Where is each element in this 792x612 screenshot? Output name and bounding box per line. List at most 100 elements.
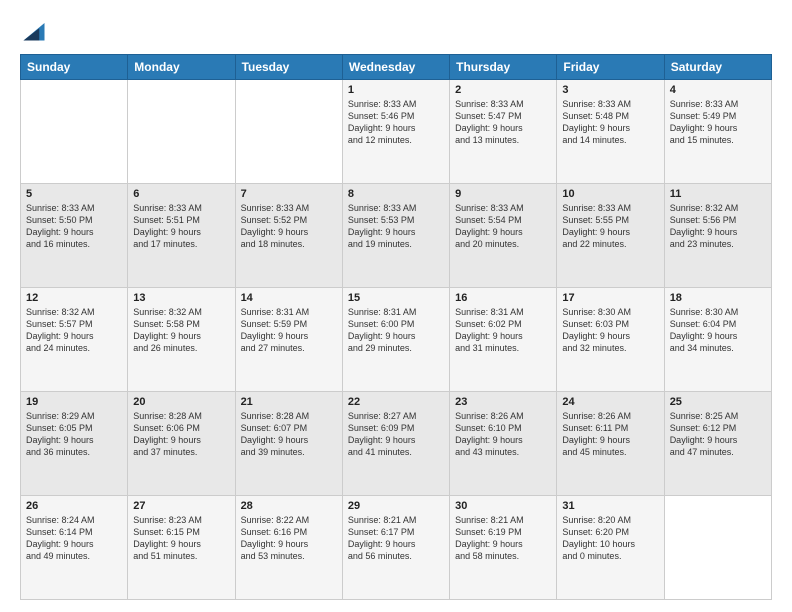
cell-content: Sunrise: 8:31 AM Sunset: 5:59 PM Dayligh…: [241, 306, 337, 355]
cell-content: Sunrise: 8:32 AM Sunset: 5:56 PM Dayligh…: [670, 202, 766, 251]
day-number: 25: [670, 396, 766, 408]
day-number: 22: [348, 396, 444, 408]
weekday-header-sunday: Sunday: [21, 55, 128, 80]
day-number: 21: [241, 396, 337, 408]
day-number: 16: [455, 292, 551, 304]
cell-content: Sunrise: 8:21 AM Sunset: 6:19 PM Dayligh…: [455, 514, 551, 563]
cell-content: Sunrise: 8:20 AM Sunset: 6:20 PM Dayligh…: [562, 514, 658, 563]
day-number: 19: [26, 396, 122, 408]
cell-content: Sunrise: 8:30 AM Sunset: 6:04 PM Dayligh…: [670, 306, 766, 355]
calendar-cell: 7 Sunrise: 8:33 AM Sunset: 5:52 PM Daylig…: [235, 184, 342, 288]
calendar-cell: 21 Sunrise: 8:28 AM Sunset: 6:07 PM Dayli…: [235, 392, 342, 496]
calendar-cell: 30 Sunrise: 8:21 AM Sunset: 6:19 PM Dayli…: [450, 496, 557, 600]
day-number: 12: [26, 292, 122, 304]
week-row-2: 5 Sunrise: 8:33 AM Sunset: 5:50 PM Daylig…: [21, 184, 772, 288]
week-row-4: 19 Sunrise: 8:29 AM Sunset: 6:05 PM Dayli…: [21, 392, 772, 496]
cell-content: Sunrise: 8:24 AM Sunset: 6:14 PM Dayligh…: [26, 514, 122, 563]
day-number: 13: [133, 292, 229, 304]
day-number: 9: [455, 188, 551, 200]
header: [20, 16, 772, 44]
calendar-cell: [235, 80, 342, 184]
logo: [20, 16, 52, 44]
calendar-cell: [128, 80, 235, 184]
day-number: 11: [670, 188, 766, 200]
calendar-cell: 6 Sunrise: 8:33 AM Sunset: 5:51 PM Daylig…: [128, 184, 235, 288]
week-row-5: 26 Sunrise: 8:24 AM Sunset: 6:14 PM Dayli…: [21, 496, 772, 600]
day-number: 8: [348, 188, 444, 200]
day-number: 28: [241, 500, 337, 512]
day-number: 24: [562, 396, 658, 408]
week-row-1: 1 Sunrise: 8:33 AM Sunset: 5:46 PM Daylig…: [21, 80, 772, 184]
calendar-cell: 5 Sunrise: 8:33 AM Sunset: 5:50 PM Daylig…: [21, 184, 128, 288]
cell-content: Sunrise: 8:31 AM Sunset: 6:02 PM Dayligh…: [455, 306, 551, 355]
calendar-cell: 8 Sunrise: 8:33 AM Sunset: 5:53 PM Daylig…: [342, 184, 449, 288]
calendar-cell: 27Sunrise: 8:23 AM Sunset: 6:15 PM Dayli…: [128, 496, 235, 600]
cell-content: Sunrise: 8:33 AM Sunset: 5:47 PM Dayligh…: [455, 98, 551, 147]
cell-content: Sunrise: 8:23 AM Sunset: 6:15 PM Dayligh…: [133, 514, 229, 563]
cell-content: Sunrise: 8:31 AM Sunset: 6:00 PM Dayligh…: [348, 306, 444, 355]
day-number: 14: [241, 292, 337, 304]
day-number: 20: [133, 396, 229, 408]
day-number: 1: [348, 84, 444, 96]
cell-content: Sunrise: 8:33 AM Sunset: 5:49 PM Dayligh…: [670, 98, 766, 147]
cell-content: Sunrise: 8:32 AM Sunset: 5:57 PM Dayligh…: [26, 306, 122, 355]
calendar-cell: 16 Sunrise: 8:31 AM Sunset: 6:02 PM Dayli…: [450, 288, 557, 392]
cell-content: Sunrise: 8:27 AM Sunset: 6:09 PM Dayligh…: [348, 410, 444, 459]
calendar-cell: 20 Sunrise: 8:28 AM Sunset: 6:06 PM Dayli…: [128, 392, 235, 496]
day-number: 26: [26, 500, 122, 512]
cell-content: Sunrise: 8:25 AM Sunset: 6:12 PM Dayligh…: [670, 410, 766, 459]
cell-content: Sunrise: 8:32 AM Sunset: 5:58 PM Dayligh…: [133, 306, 229, 355]
cell-content: Sunrise: 8:26 AM Sunset: 6:10 PM Dayligh…: [455, 410, 551, 459]
calendar-cell: 31 Sunrise: 8:20 AM Sunset: 6:20 PM Dayli…: [557, 496, 664, 600]
cell-content: Sunrise: 8:26 AM Sunset: 6:11 PM Dayligh…: [562, 410, 658, 459]
calendar-table: SundayMondayTuesdayWednesdayThursdayFrid…: [20, 54, 772, 600]
day-number: 15: [348, 292, 444, 304]
day-number: 30: [455, 500, 551, 512]
calendar-cell: 23 Sunrise: 8:26 AM Sunset: 6:10 PM Dayli…: [450, 392, 557, 496]
cell-content: Sunrise: 8:28 AM Sunset: 6:06 PM Dayligh…: [133, 410, 229, 459]
cell-content: Sunrise: 8:33 AM Sunset: 5:50 PM Dayligh…: [26, 202, 122, 251]
calendar-cell: 11 Sunrise: 8:32 AM Sunset: 5:56 PM Dayli…: [664, 184, 771, 288]
cell-content: Sunrise: 8:21 AM Sunset: 6:17 PM Dayligh…: [348, 514, 444, 563]
day-number: 31: [562, 500, 658, 512]
cell-content: Sunrise: 8:33 AM Sunset: 5:52 PM Dayligh…: [241, 202, 337, 251]
day-number: 23: [455, 396, 551, 408]
cell-content: Sunrise: 8:33 AM Sunset: 5:51 PM Dayligh…: [133, 202, 229, 251]
weekday-header-thursday: Thursday: [450, 55, 557, 80]
day-number: 29: [348, 500, 444, 512]
weekday-header-saturday: Saturday: [664, 55, 771, 80]
day-number: 18: [670, 292, 766, 304]
weekday-header-row: SundayMondayTuesdayWednesdayThursdayFrid…: [21, 55, 772, 80]
cell-content: Sunrise: 8:33 AM Sunset: 5:53 PM Dayligh…: [348, 202, 444, 251]
day-number: 3: [562, 84, 658, 96]
day-number: 6: [133, 188, 229, 200]
week-row-3: 12 Sunrise: 8:32 AM Sunset: 5:57 PM Dayli…: [21, 288, 772, 392]
calendar-cell: 3 Sunrise: 8:33 AM Sunset: 5:48 PM Daylig…: [557, 80, 664, 184]
cell-content: Sunrise: 8:33 AM Sunset: 5:55 PM Dayligh…: [562, 202, 658, 251]
calendar-cell: 18 Sunrise: 8:30 AM Sunset: 6:04 PM Dayli…: [664, 288, 771, 392]
calendar-cell: 22 Sunrise: 8:27 AM Sunset: 6:09 PM Dayli…: [342, 392, 449, 496]
day-number: 5: [26, 188, 122, 200]
calendar-cell: 28 Sunrise: 8:22 AM Sunset: 6:16 PM Dayli…: [235, 496, 342, 600]
calendar-cell: 14 Sunrise: 8:31 AM Sunset: 5:59 PM Dayli…: [235, 288, 342, 392]
cell-content: Sunrise: 8:22 AM Sunset: 6:16 PM Dayligh…: [241, 514, 337, 563]
weekday-header-friday: Friday: [557, 55, 664, 80]
logo-icon: [20, 16, 48, 44]
weekday-header-monday: Monday: [128, 55, 235, 80]
calendar-cell: 12 Sunrise: 8:32 AM Sunset: 5:57 PM Dayli…: [21, 288, 128, 392]
weekday-header-tuesday: Tuesday: [235, 55, 342, 80]
page: SundayMondayTuesdayWednesdayThursdayFrid…: [0, 0, 792, 612]
calendar-cell: [21, 80, 128, 184]
cell-content: Sunrise: 8:28 AM Sunset: 6:07 PM Dayligh…: [241, 410, 337, 459]
cell-content: Sunrise: 8:29 AM Sunset: 6:05 PM Dayligh…: [26, 410, 122, 459]
day-number: 2: [455, 84, 551, 96]
calendar-cell: 17Sunrise: 8:30 AM Sunset: 6:03 PM Dayli…: [557, 288, 664, 392]
calendar-cell: 4 Sunrise: 8:33 AM Sunset: 5:49 PM Daylig…: [664, 80, 771, 184]
calendar-cell: 19 Sunrise: 8:29 AM Sunset: 6:05 PM Dayli…: [21, 392, 128, 496]
cell-content: Sunrise: 8:33 AM Sunset: 5:48 PM Dayligh…: [562, 98, 658, 147]
day-number: 7: [241, 188, 337, 200]
calendar-cell: 10Sunrise: 8:33 AM Sunset: 5:55 PM Dayli…: [557, 184, 664, 288]
calendar-cell: 25 Sunrise: 8:25 AM Sunset: 6:12 PM Dayli…: [664, 392, 771, 496]
cell-content: Sunrise: 8:33 AM Sunset: 5:46 PM Dayligh…: [348, 98, 444, 147]
day-number: 4: [670, 84, 766, 96]
